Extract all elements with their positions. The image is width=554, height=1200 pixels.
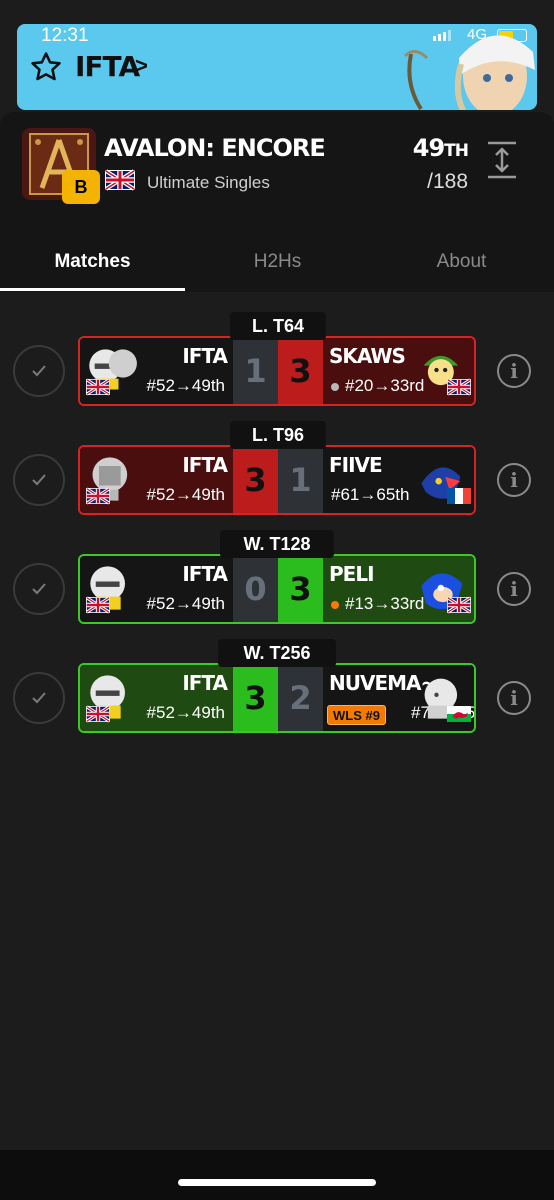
event-sheet: B AVALON: ENCORE Ultimate Singles 49TH /… [0,112,554,1152]
france-flag-icon [447,488,471,504]
seed-dot [331,382,339,391]
home-indicator-bar [0,1150,554,1200]
match-card[interactable]: IFTA #52→49th 3 1 FIIVE #61→65th [78,445,476,515]
placing-number: 49 [412,134,445,162]
tab-h2hs[interactable]: H2Hs [185,232,370,292]
uk-flag-icon [447,596,471,614]
score-right: 3 [278,338,323,404]
player-name: IFTA [182,453,228,477]
check-icon[interactable] [13,454,65,506]
ranking-badge: WLS #9 [327,705,386,725]
tab-bar: Matches H2Hs About [0,232,554,294]
match-row[interactable]: IFTA #52→49th 1 3 SKAWS #20→33rd L. T64 … [0,312,554,420]
chevron-right-icon[interactable]: > [135,53,148,79]
round-label: L. T64 [230,312,326,340]
banner-player-name[interactable]: IFTA [75,50,140,83]
opponent-name[interactable]: SKAWS [329,344,406,368]
status-time: 12:31 [41,25,89,46]
score-left: 1 [233,338,278,404]
placing: 49TH [400,134,469,162]
match-card[interactable]: IFTA #52→49th 0 3 PELI #13→33rd [78,554,476,624]
check-icon[interactable] [13,672,65,724]
tier-badge: B [62,170,100,204]
uk-flag-icon [105,169,135,191]
match-card[interactable]: IFTA #52→49th 1 3 SKAWS #20→33rd [78,336,476,406]
opponent-name[interactable]: PELI [329,562,375,586]
info-icon[interactable]: i [497,354,531,388]
score-left: 0 [233,556,278,622]
opponent-seed: #20→33rd [331,376,424,396]
round-label: W. T128 [220,530,334,558]
notification-banner[interactable]: 12:31 4G IFTA > [17,24,537,110]
tab-matches[interactable]: Matches [0,232,185,292]
opponent-seed: #61→65th [331,485,409,505]
event-title: AVALON: ENCORE [104,134,326,162]
right-player: FIIVE #61→65th [323,447,474,513]
player-seed: #52→49th [146,485,225,504]
player-seed: #52→49th [146,594,225,613]
right-player: SKAWS #20→33rd [323,338,474,404]
info-icon[interactable]: i [497,463,531,497]
wales-flag-icon [447,706,471,722]
opponent-seed-text: #13→33rd [345,594,425,613]
player-name: IFTA [182,344,228,368]
opponent-seed: #13→33rd [331,594,424,614]
seed-dot [331,600,339,609]
player-name: IFTA [182,671,228,695]
match-row[interactable]: IFTA #52→49th 0 3 PELI #13→33rd W. T128 … [0,530,554,638]
expand-vertical-icon[interactable] [484,140,520,180]
score-left: 3 [233,447,278,513]
character-portrait-icon [403,35,535,110]
player-seed: #52→49th [146,703,225,722]
round-label: L. T96 [230,421,326,449]
left-player: IFTA #52→49th [80,447,233,513]
opponent-seed-text: #61→65th [331,485,410,504]
event-subtitle: Ultimate Singles [147,173,270,192]
event-header: B AVALON: ENCORE Ultimate Singles 49TH /… [0,112,554,292]
player-name: IFTA [182,562,228,586]
info-icon[interactable]: i [497,681,531,715]
info-icon[interactable]: i [497,572,531,606]
left-player: IFTA #52→49th [80,338,233,404]
match-row[interactable]: IFTA #52→49th 3 1 FIIVE #61→65th L. T96 … [0,421,554,529]
score-left: 3 [233,665,278,731]
player-seed: #52→49th [146,376,225,395]
star-icon[interactable] [29,50,63,84]
round-label: W. T256 [218,639,336,667]
score-right: 3 [278,556,323,622]
right-player: NUVEMA~ WLS #9 #77→65th [323,665,474,731]
score-right: 1 [278,447,323,513]
opponent-seed-text: #20→33rd [345,376,425,395]
home-indicator[interactable] [178,1179,376,1186]
tab-about[interactable]: About [369,232,554,292]
check-icon[interactable] [13,345,65,397]
score-right: 2 [278,665,323,731]
left-player: IFTA #52→49th [80,556,233,622]
match-card[interactable]: IFTA #52→49th 3 2 NUVEMA~ WLS #9 #77→65t… [78,663,476,733]
uk-flag-icon [447,378,471,396]
right-player: PELI #13→33rd [323,556,474,622]
uk-flag-icon [86,378,110,396]
uk-flag-icon [86,487,110,505]
tab-underline [0,288,185,291]
left-player: IFTA #52→49th [80,665,233,731]
uk-flag-icon [86,596,110,614]
uk-flag-icon [86,705,110,723]
check-icon[interactable] [13,563,65,615]
entrant-count: /188 [427,170,468,193]
opponent-name[interactable]: FIIVE [329,453,383,477]
match-row[interactable]: IFTA #52→49th 3 2 NUVEMA~ WLS #9 #77→65t… [0,639,554,747]
placing-suffix: TH [444,141,469,161]
